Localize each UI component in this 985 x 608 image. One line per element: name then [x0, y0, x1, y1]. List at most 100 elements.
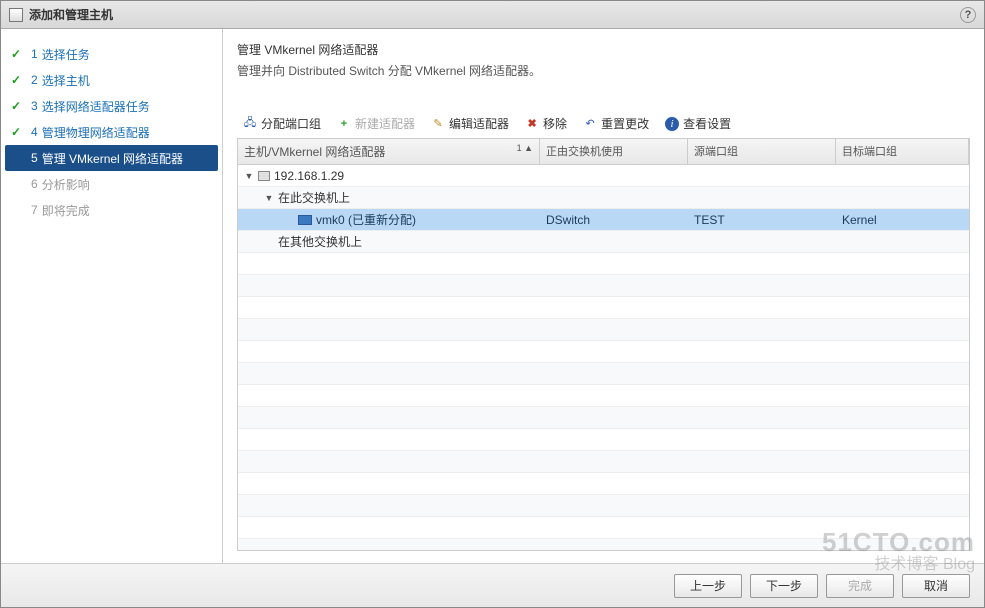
step-number: 7 — [31, 203, 38, 217]
checkmark-icon: ✓ — [11, 73, 25, 87]
empty-row — [238, 319, 969, 341]
row-label: vmk0 (已重新分配) — [316, 211, 416, 228]
wizard-step-5[interactable]: 5 管理 VMkernel 网络适配器 — [5, 145, 218, 171]
step-number: 5 — [31, 151, 38, 165]
step-number: 3 — [31, 99, 38, 113]
checkmark-icon: ✓ — [11, 125, 25, 139]
table-row[interactable]: vmk0 (已重新分配) DSwitchTESTKernel — [238, 209, 969, 231]
cell-adapter: ▼ 在此交换机上 — [238, 189, 540, 206]
back-button[interactable]: 上一步 — [674, 574, 742, 598]
step-number: 1 — [31, 47, 38, 61]
new-label: 新建适配器 — [355, 115, 415, 132]
edit-adapter-button[interactable]: ✎ 编辑适配器 — [425, 113, 515, 134]
footer: 上一步 下一步 完成 取消 — [1, 563, 984, 607]
adapter-grid: 主机/VMkernel 网络适配器 1 ▲ 正由交换机使用 源端口组 目标端口组… — [237, 139, 970, 551]
wizard-step-1[interactable]: ✓ 1 选择任务 — [5, 41, 218, 67]
dialog-title: 添加和管理主机 — [29, 6, 113, 23]
finish-button[interactable]: 完成 — [826, 574, 894, 598]
cell-source-pg: TEST — [688, 213, 836, 227]
cell-adapter: vmk0 (已重新分配) — [238, 211, 540, 228]
table-row[interactable]: 在其他交换机上 — [238, 231, 969, 253]
checkmark-icon: ✓ — [11, 47, 25, 61]
step-number: 6 — [31, 177, 38, 191]
empty-row — [238, 451, 969, 473]
step-label: 管理物理网络适配器 — [42, 124, 150, 141]
step-label: 管理 VMkernel 网络适配器 — [42, 150, 183, 167]
empty-row — [238, 363, 969, 385]
nic-icon — [298, 215, 312, 225]
cell-switch: DSwitch — [540, 213, 688, 227]
edit-label: 编辑适配器 — [449, 115, 509, 132]
empty-row — [238, 407, 969, 429]
empty-row — [238, 473, 969, 495]
next-button[interactable]: 下一步 — [750, 574, 818, 598]
view-label: 查看设置 — [683, 115, 731, 132]
pencil-icon: ✎ — [431, 117, 445, 131]
main-panel: 管理 VMkernel 网络适配器 管理并向 Distributed Switc… — [223, 29, 984, 563]
page-heading: 管理 VMkernel 网络适配器 — [237, 41, 970, 58]
tree-toggle-icon[interactable]: ▼ — [244, 171, 254, 181]
step-label: 选择网络适配器任务 — [42, 98, 150, 115]
wizard-step-4[interactable]: ✓ 4 管理物理网络适配器 — [5, 119, 218, 145]
empty-row — [238, 253, 969, 275]
col-target-pg[interactable]: 目标端口组 — [836, 139, 969, 164]
wizard-step-3[interactable]: ✓ 3 选择网络适配器任务 — [5, 93, 218, 119]
col-source-pg[interactable]: 源端口组 — [688, 139, 836, 164]
empty-row — [238, 385, 969, 407]
reset-button[interactable]: ↶ 重置更改 — [577, 113, 655, 134]
dialog: 添加和管理主机 ? ✓ 1 选择任务 ✓ 2 选择主机 ✓ 3 选择网络适配器任务 ✓ 4 管理物理网… — [0, 0, 985, 608]
checkmark-icon: ✓ — [11, 99, 25, 113]
table-row[interactable]: ▼ 在此交换机上 — [238, 187, 969, 209]
empty-row — [238, 429, 969, 451]
assign-label: 分配端口组 — [261, 115, 321, 132]
step-label: 选择任务 — [42, 46, 90, 63]
row-label: 在此交换机上 — [278, 189, 350, 206]
reset-label: 重置更改 — [601, 115, 649, 132]
wizard-steps: ✓ 1 选择任务 ✓ 2 选择主机 ✓ 3 选择网络适配器任务 ✓ 4 管理物理网络适配器 5 管理 VM… — [1, 29, 223, 563]
cell-adapter: ▼ 192.168.1.29 — [238, 169, 540, 183]
page-subheading: 管理并向 Distributed Switch 分配 VMkernel 网络适配… — [237, 62, 970, 79]
cell-target-pg: Kernel — [836, 213, 969, 227]
assign-icon: 🖧 — [243, 117, 257, 131]
grid-header: 主机/VMkernel 网络适配器 1 ▲ 正由交换机使用 源端口组 目标端口组 — [238, 139, 969, 165]
remove-icon: ✖ — [525, 117, 539, 131]
col-switch[interactable]: 正由交换机使用 — [540, 139, 688, 164]
toolbar: 🖧 分配端口组 + 新建适配器 ✎ 编辑适配器 ✖ 移除 ↶ 重置更改 — [237, 109, 970, 139]
info-icon: i — [665, 117, 679, 131]
step-number: 2 — [31, 73, 38, 87]
grid-body: ▼192.168.1.29▼在此交换机上vmk0 (已重新分配)DSwitchT… — [238, 165, 969, 550]
sort-indicator: 1 ▲ — [517, 143, 533, 153]
step-label: 分析影响 — [42, 176, 90, 193]
empty-row — [238, 297, 969, 319]
empty-row — [238, 517, 969, 539]
undo-icon: ↶ — [583, 117, 597, 131]
empty-row — [238, 539, 969, 550]
new-adapter-button[interactable]: + 新建适配器 — [331, 113, 421, 134]
empty-row — [238, 275, 969, 297]
cell-adapter: 在其他交换机上 — [238, 233, 540, 250]
dialog-body: ✓ 1 选择任务 ✓ 2 选择主机 ✓ 3 选择网络适配器任务 ✓ 4 管理物理网络适配器 5 管理 VM… — [1, 29, 984, 563]
remove-button[interactable]: ✖ 移除 — [519, 113, 573, 134]
wizard-step-7: 7 即将完成 — [5, 197, 218, 223]
cancel-button[interactable]: 取消 — [902, 574, 970, 598]
assign-port-group-button[interactable]: 🖧 分配端口组 — [237, 113, 327, 134]
row-label: 在其他交换机上 — [278, 233, 362, 250]
host-icon — [258, 171, 270, 181]
wizard-step-6: 6 分析影响 — [5, 171, 218, 197]
plus-icon: + — [337, 117, 351, 131]
titlebar: 添加和管理主机 ? — [1, 1, 984, 29]
row-label: 192.168.1.29 — [274, 169, 344, 183]
empty-row — [238, 495, 969, 517]
app-icon — [9, 8, 23, 22]
step-label: 选择主机 — [42, 72, 90, 89]
step-number: 4 — [31, 125, 38, 139]
tree-toggle-icon[interactable]: ▼ — [264, 193, 274, 203]
step-label: 即将完成 — [42, 202, 90, 219]
remove-label: 移除 — [543, 115, 567, 132]
help-icon[interactable]: ? — [960, 7, 976, 23]
view-settings-button[interactable]: i 查看设置 — [659, 113, 737, 134]
empty-row — [238, 341, 969, 363]
col-host-adapter[interactable]: 主机/VMkernel 网络适配器 1 ▲ — [238, 139, 540, 164]
table-row[interactable]: ▼ 192.168.1.29 — [238, 165, 969, 187]
wizard-step-2[interactable]: ✓ 2 选择主机 — [5, 67, 218, 93]
